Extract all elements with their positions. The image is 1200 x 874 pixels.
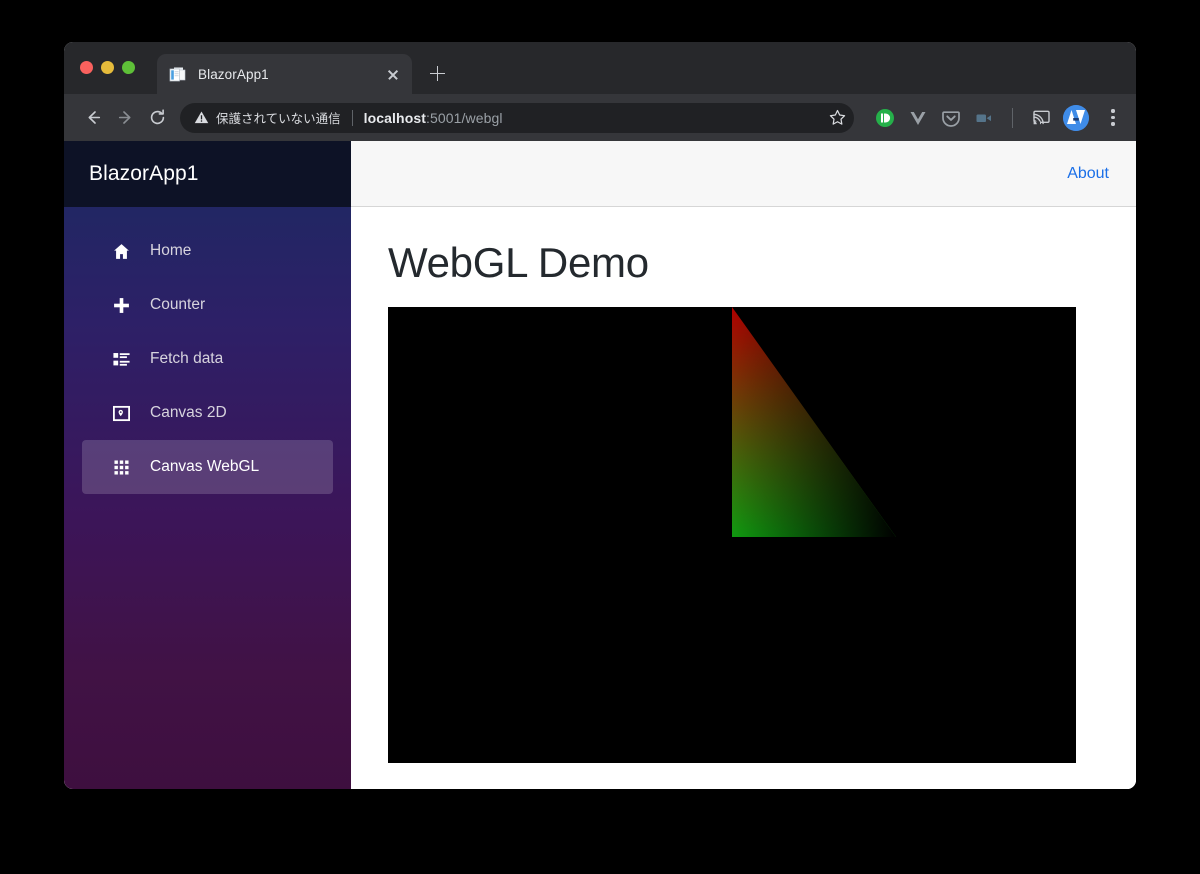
address-bar[interactable]: 保護されていない通信 localhost:5001/webgl	[180, 102, 854, 133]
nav-menu: Home Counter Fetch data Canvas 2D Canvas…	[64, 207, 351, 494]
pages-stack-icon	[169, 66, 186, 83]
arrow-right-icon[interactable]	[110, 103, 140, 133]
list-rich-icon	[110, 350, 132, 369]
window-zoom-button[interactable]	[122, 61, 135, 74]
vue-devtools-extension-icon[interactable]	[907, 107, 929, 129]
new-tab-button[interactable]	[424, 60, 451, 87]
cast-icon[interactable]	[1030, 107, 1052, 129]
content-topbar: About	[351, 141, 1136, 207]
sidebar-item-fetch-data[interactable]: Fetch data	[82, 332, 333, 386]
home-icon	[110, 242, 132, 261]
page-viewport: BlazorApp1 Home Counter Fetch data Canva…	[64, 141, 1136, 789]
pocket-extension-icon[interactable]	[940, 107, 962, 129]
brand-title: BlazorApp1	[89, 162, 199, 185]
three-dot-menu-icon[interactable]	[1102, 105, 1124, 131]
url-path: :5001/webgl	[426, 109, 503, 126]
tab-title: BlazorApp1	[198, 66, 269, 82]
security-label: 保護されていない通信	[216, 112, 341, 126]
sidebar-item-label: Canvas WebGL	[150, 458, 260, 475]
toolbar-divider	[1012, 107, 1013, 128]
browser-tab[interactable]: BlazorApp1	[157, 54, 412, 94]
page-title: WebGL Demo	[388, 239, 649, 286]
pushbullet-extension-icon[interactable]	[874, 107, 896, 129]
screen-recorder-extension-icon[interactable]	[973, 107, 995, 129]
security-status[interactable]: 保護されていない通信	[194, 108, 341, 127]
window-controls	[80, 61, 135, 74]
sidebar-item-label: Counter	[150, 296, 206, 313]
star-outline-icon[interactable]	[824, 105, 850, 131]
window-minimize-button[interactable]	[101, 61, 114, 74]
webgl-canvas[interactable]	[388, 307, 1076, 763]
sidebar-item-canvas-webgl[interactable]: Canvas WebGL	[82, 440, 333, 494]
app-content: About WebGL Demo	[351, 141, 1136, 789]
sidebar-item-home[interactable]: Home	[82, 224, 333, 278]
sidebar-item-counter[interactable]: Counter	[82, 278, 333, 332]
url-text: localhost:5001/webgl	[364, 110, 503, 126]
sidebar-item-label: Fetch data	[150, 350, 224, 367]
sidebar-item-label: Home	[150, 242, 192, 259]
url-host: localhost	[363, 109, 426, 126]
omnibox-divider	[351, 109, 353, 126]
content-body: WebGL Demo	[351, 207, 1136, 789]
plus-icon	[110, 296, 132, 315]
grid-3x3-icon	[110, 458, 132, 477]
about-link[interactable]: About	[1067, 165, 1109, 183]
browser-toolbar: 保護されていない通信 localhost:5001/webgl	[64, 94, 1136, 141]
image-pin-icon	[110, 404, 132, 423]
tab-strip: BlazorApp1	[64, 42, 1136, 94]
window-close-button[interactable]	[80, 61, 93, 74]
extensions-area	[874, 104, 1124, 131]
sidebar-brand[interactable]: BlazorApp1	[64, 141, 351, 207]
warning-triangle-icon	[194, 111, 209, 124]
browser-window: BlazorApp1 保護されていない通信 localhost:5001/web…	[64, 42, 1136, 789]
sidebar-item-label: Canvas 2D	[150, 404, 227, 421]
sidebar-item-canvas-2d[interactable]: Canvas 2D	[82, 386, 333, 440]
close-icon[interactable]	[382, 63, 404, 85]
profile-avatar[interactable]	[1063, 104, 1089, 131]
arrow-left-icon[interactable]	[78, 103, 108, 133]
reload-icon[interactable]	[142, 103, 172, 133]
webgl-triangle	[732, 307, 896, 537]
app-sidebar: BlazorApp1 Home Counter Fetch data Canva…	[64, 141, 351, 789]
